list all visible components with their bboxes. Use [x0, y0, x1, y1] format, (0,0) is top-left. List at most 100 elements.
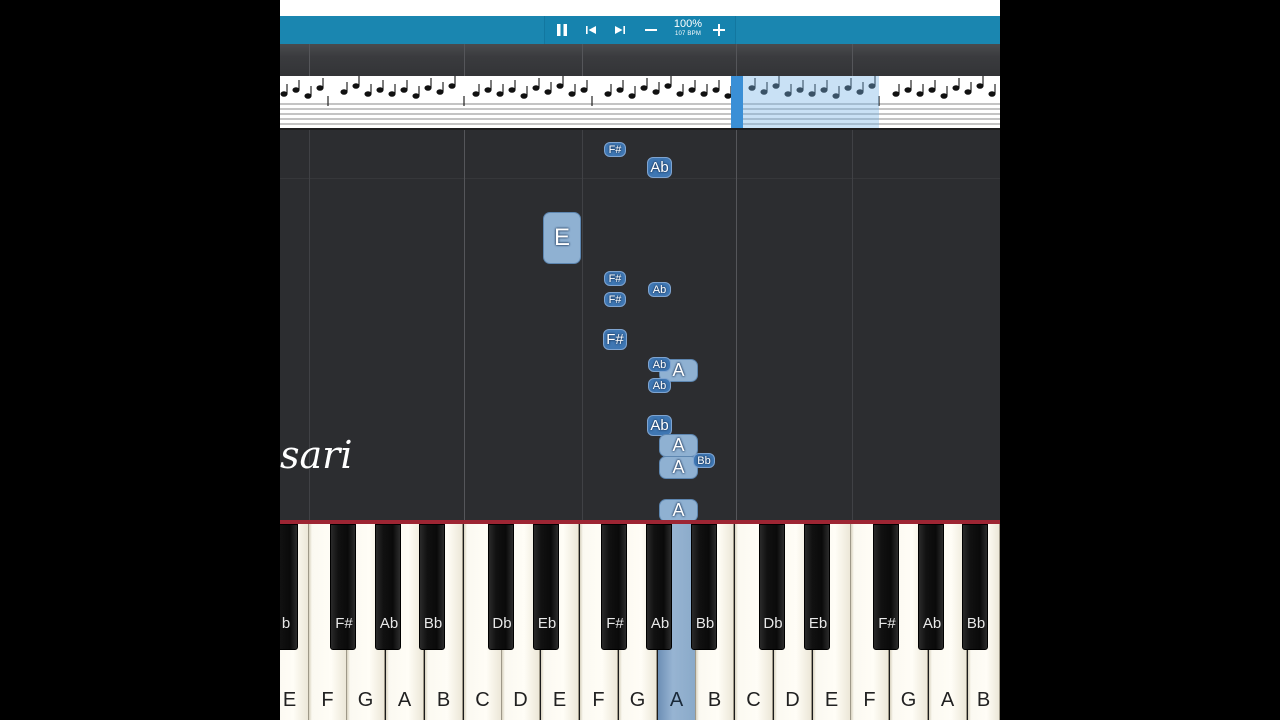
key-label: Db	[492, 615, 512, 632]
note-head	[448, 83, 456, 89]
falling-note: Ab	[648, 282, 671, 297]
key-label: Bb	[695, 615, 715, 632]
falling-note: F#	[604, 142, 626, 157]
black-key[interactable]: Ab	[375, 524, 401, 650]
note-label: A	[672, 457, 685, 477]
black-key[interactable]: Ab	[918, 524, 944, 650]
falling-note: Bb	[693, 453, 715, 468]
key-label: E	[824, 689, 839, 711]
note-label: F#	[606, 331, 624, 348]
black-key[interactable]: Db	[759, 524, 785, 650]
note-label: A	[672, 435, 685, 455]
key-label: Bb	[966, 615, 986, 632]
falling-note: F#	[603, 329, 627, 350]
playback-controls: 100% 107 BPM	[544, 16, 736, 44]
staff-notation	[280, 76, 1000, 125]
key-label: C	[746, 689, 761, 711]
zoom-readout: 100% 107 BPM	[667, 19, 709, 38]
falling-note: F#	[604, 271, 626, 286]
note-label: A	[672, 360, 685, 380]
key-label: G	[900, 689, 917, 711]
note-head	[904, 87, 912, 93]
grid-line	[736, 130, 737, 520]
note-head	[604, 91, 612, 97]
tempo-value: 107 BPM	[674, 31, 702, 37]
pause-button[interactable]	[548, 16, 576, 44]
note-head	[340, 89, 348, 95]
note-head	[568, 91, 576, 97]
note-label: Ab	[652, 283, 667, 296]
sheet-music-strip[interactable]	[280, 76, 1000, 130]
top-strip	[280, 0, 1000, 16]
black-key[interactable]: Bb	[419, 524, 445, 650]
key-label: F#	[606, 615, 624, 632]
band-divider	[464, 44, 465, 76]
key-label: Db	[763, 615, 783, 632]
note-label: A	[672, 500, 685, 520]
key-label: B	[707, 689, 722, 711]
note-head	[640, 85, 648, 91]
previous-icon	[586, 26, 596, 34]
key-label: F#	[335, 615, 353, 632]
note-head	[436, 89, 444, 95]
next-button[interactable]	[606, 16, 634, 44]
key-label: Eb	[537, 615, 557, 632]
pause-icon	[557, 24, 567, 36]
note-head	[976, 83, 984, 89]
note-head	[292, 87, 300, 93]
note-head	[280, 91, 288, 97]
black-key[interactable]: Bb	[962, 524, 988, 650]
note-head	[352, 83, 360, 89]
grid-line	[464, 130, 465, 520]
key-label: Ab	[379, 615, 399, 632]
black-key[interactable]: Eb	[804, 524, 830, 650]
note-head	[676, 91, 684, 97]
zoom-in-button[interactable]	[705, 16, 733, 44]
note-head	[484, 87, 492, 93]
zoom-in-icon	[713, 24, 725, 36]
note-head	[400, 87, 408, 93]
falling-note: A	[659, 434, 698, 457]
falling-note: Ab	[647, 157, 672, 178]
zoom-value: 100%	[673, 18, 703, 30]
note-head	[916, 91, 924, 97]
falling-note: Ab	[648, 378, 671, 393]
key-label: D	[785, 689, 800, 711]
band-divider	[852, 44, 853, 76]
key-label: G	[629, 689, 646, 711]
note-head	[376, 87, 384, 93]
note-head	[928, 87, 936, 93]
note-head	[412, 93, 420, 99]
key-label: C	[475, 689, 490, 711]
note-head	[556, 83, 564, 89]
falling-note: Ab	[648, 357, 671, 372]
note-head	[508, 87, 516, 93]
band-divider	[309, 44, 310, 76]
timeline-band	[280, 44, 1000, 76]
black-key[interactable]: b	[280, 524, 298, 650]
black-key[interactable]: Ab	[646, 524, 672, 650]
note-head	[892, 91, 900, 97]
black-key[interactable]: Db	[488, 524, 514, 650]
black-key[interactable]: Eb	[533, 524, 559, 650]
key-label: A	[669, 689, 684, 711]
band-divider	[736, 44, 737, 76]
note-head	[472, 91, 480, 97]
note-head	[652, 89, 660, 95]
black-key[interactable]: F#	[601, 524, 627, 650]
note-head	[388, 91, 396, 97]
note-label: Ab	[652, 358, 667, 371]
key-label: F#	[878, 615, 896, 632]
zoom-out-button[interactable]	[637, 16, 665, 44]
black-key[interactable]: F#	[873, 524, 899, 650]
playback-toolbar: 100% 107 BPM	[280, 16, 1000, 44]
key-label: Eb	[808, 615, 828, 632]
key-label: B	[976, 689, 991, 711]
note-label: Ab	[650, 159, 669, 176]
black-key[interactable]: Bb	[691, 524, 717, 650]
note-head	[964, 89, 972, 95]
key-label: B	[436, 689, 451, 711]
previous-button[interactable]	[577, 16, 605, 44]
note-head	[424, 85, 432, 91]
black-key[interactable]: F#	[330, 524, 356, 650]
